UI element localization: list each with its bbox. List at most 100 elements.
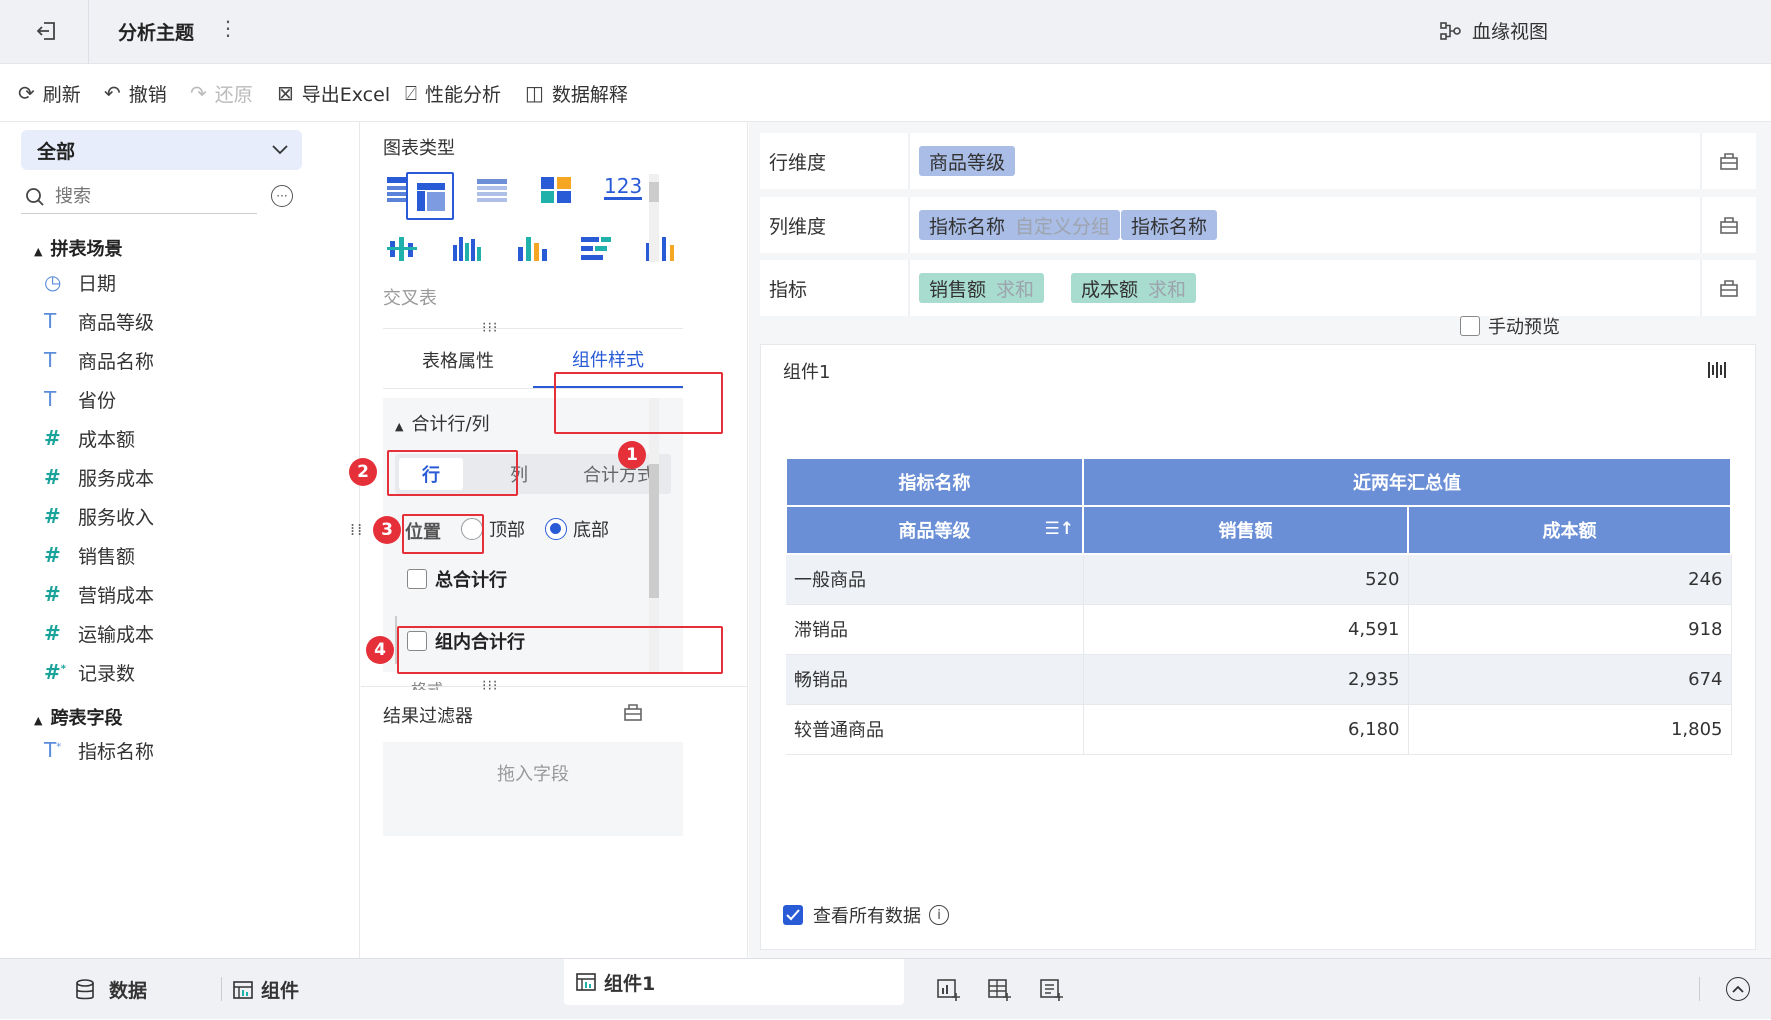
more-options-icon[interactable]: ···: [271, 185, 293, 207]
lock-icon[interactable]: [1700, 197, 1756, 253]
row-dimension-zone[interactable]: 行维度 商品等级: [760, 133, 1756, 189]
column-header[interactable]: 近两年汇总值: [1082, 457, 1732, 507]
component-tab[interactable]: 组件: [233, 959, 299, 1020]
active-component-tab[interactable]: 组件1: [564, 959, 904, 1005]
group-header[interactable]: ▲ 跨表字段: [34, 704, 122, 730]
section-header[interactable]: ▲ 合计行/列: [395, 410, 490, 436]
data-tab[interactable]: 数据: [75, 959, 147, 1020]
grouped-table-icon[interactable]: [477, 179, 507, 203]
column-dimension-chip[interactable]: 指标名称: [1121, 210, 1218, 240]
add-table-icon[interactable]: [988, 979, 1012, 1001]
collapse-up-icon[interactable]: [1726, 977, 1750, 1001]
manual-preview-checkbox[interactable]: 手动预览: [1460, 313, 1560, 339]
table-cell: 918: [1408, 604, 1732, 655]
exit-icon[interactable]: [34, 18, 60, 44]
measure-chip[interactable]: 成本额 求和: [1071, 273, 1197, 303]
data-explain-button[interactable]: ◫ 数据解释: [525, 64, 628, 122]
table-cell: 520: [1083, 554, 1409, 605]
dashboard-icon[interactable]: [541, 177, 571, 203]
chip-name: 商品等级: [929, 151, 1006, 174]
add-chart-icon[interactable]: [937, 979, 961, 1001]
group-header[interactable]: ▲ 拼表场景: [34, 235, 122, 261]
view-all-data-checkbox[interactable]: 查看所有数据 i: [783, 902, 949, 928]
scope-select[interactable]: 全部: [21, 130, 302, 170]
lock-icon[interactable]: [1700, 260, 1756, 316]
search-box[interactable]: [21, 180, 257, 214]
info-icon[interactable]: i: [929, 905, 949, 925]
database-icon: [75, 978, 95, 1001]
annotation-badge-2: 2: [349, 458, 377, 486]
performance-icon: ⍁: [405, 81, 417, 105]
column-dimension-zone[interactable]: 列维度 指标名称 自定义分组 指标名称: [760, 197, 1756, 253]
field-item[interactable]: T* 指标名称: [44, 735, 154, 765]
tab-table-properties[interactable]: 表格属性: [383, 332, 533, 388]
chip-name: 成本额: [1081, 278, 1139, 301]
field-item[interactable]: ◷ 日期: [44, 267, 116, 297]
chart-type-scrollbar[interactable]: [649, 174, 659, 262]
bar-chart-icon[interactable]: [517, 235, 547, 261]
field-label: 成本额: [78, 428, 136, 451]
scope-select-value: 全部: [37, 140, 76, 163]
field-item[interactable]: # 服务收入: [44, 501, 154, 531]
filter-lock-icon[interactable]: [623, 702, 643, 722]
field-label: 服务收入: [78, 506, 155, 529]
add-text-icon[interactable]: [1040, 979, 1064, 1001]
chip-sub: 求和: [1148, 278, 1187, 301]
cross-table-icon[interactable]: [406, 172, 454, 220]
field-item[interactable]: T 商品等级: [44, 306, 154, 336]
refresh-icon: ⟳: [18, 81, 35, 105]
field-item[interactable]: # 服务成本: [44, 462, 154, 492]
table-row: 较普通商品 6,180 1,805: [786, 704, 1732, 755]
column-dimension-chip[interactable]: 指标名称 自定义分组: [919, 210, 1121, 240]
number-type-icon: #: [44, 504, 61, 528]
field-item[interactable]: #* 记录数: [44, 657, 135, 687]
measure-zone[interactable]: 指标 销售额 求和 成本额 求和: [760, 260, 1756, 316]
number-card-icon[interactable]: 123: [604, 175, 643, 200]
lock-icon[interactable]: [1700, 133, 1756, 189]
horizontal-bar-icon[interactable]: [581, 237, 611, 261]
more-menu-icon[interactable]: ⋮: [218, 16, 238, 40]
manual-preview-label: 手动预览: [1488, 317, 1560, 338]
filter-drop-zone[interactable]: 拖入字段: [383, 742, 683, 836]
chart-switch-icon[interactable]: [1707, 360, 1727, 380]
field-item[interactable]: # 运输成本: [44, 618, 154, 648]
redo-label: 还原: [214, 83, 253, 106]
column-chart-icon[interactable]: [452, 235, 482, 261]
search-input[interactable]: [55, 186, 235, 207]
field-item[interactable]: # 销售额: [44, 540, 135, 570]
column-header[interactable]: 成本额: [1407, 505, 1732, 555]
annotation-badge-4: 4: [366, 636, 394, 664]
grand-total-checkbox[interactable]: 总合计行: [407, 566, 507, 592]
checkbox-icon: [407, 569, 427, 589]
field-item[interactable]: # 营销成本: [44, 579, 154, 609]
view-all-label: 查看所有数据: [813, 906, 921, 927]
lineage-icon: [1440, 21, 1462, 41]
highlight-box-total-section: [387, 450, 518, 496]
table-cell: 1,805: [1408, 704, 1732, 755]
grouped-bar-icon[interactable]: [387, 237, 417, 261]
position-bottom-radio[interactable]: 底部: [545, 516, 609, 542]
row-dimension-chip[interactable]: 商品等级: [919, 146, 1016, 176]
field-item[interactable]: # 成本额: [44, 423, 135, 453]
measure-chip[interactable]: 销售额 求和: [919, 273, 1045, 303]
annotation-badge-1: 1: [618, 441, 646, 469]
column-header[interactable]: 销售额: [1082, 505, 1409, 555]
table-cell: 2,935: [1083, 654, 1409, 705]
number-type-icon: #: [44, 465, 61, 489]
field-item[interactable]: T 省份: [44, 384, 116, 414]
redo-button[interactable]: ↷ 还原: [190, 64, 253, 122]
lineage-view-button[interactable]: 血缘视图: [1440, 17, 1548, 44]
top-bar: 分析主题 ⋮ 血缘视图: [0, 0, 1771, 64]
number-type-icon: #: [44, 621, 61, 645]
field-item[interactable]: T 商品名称: [44, 345, 154, 375]
column-header[interactable]: 指标名称: [785, 457, 1084, 507]
performance-button[interactable]: ⍁ 性能分析: [405, 64, 501, 122]
export-excel-button[interactable]: ⊠ 导出Excel: [277, 64, 390, 122]
sort-icon[interactable]: ☰↑: [1045, 519, 1074, 539]
undo-button[interactable]: ↶ 撤销: [104, 64, 167, 122]
refresh-button[interactable]: ⟳ 刷新: [18, 64, 81, 122]
row-dimension-header[interactable]: 商品等级 ☰↑: [785, 505, 1084, 555]
lineage-label: 血缘视图: [1472, 21, 1549, 43]
clock-icon: ◷: [44, 270, 62, 294]
divider: [361, 686, 747, 687]
